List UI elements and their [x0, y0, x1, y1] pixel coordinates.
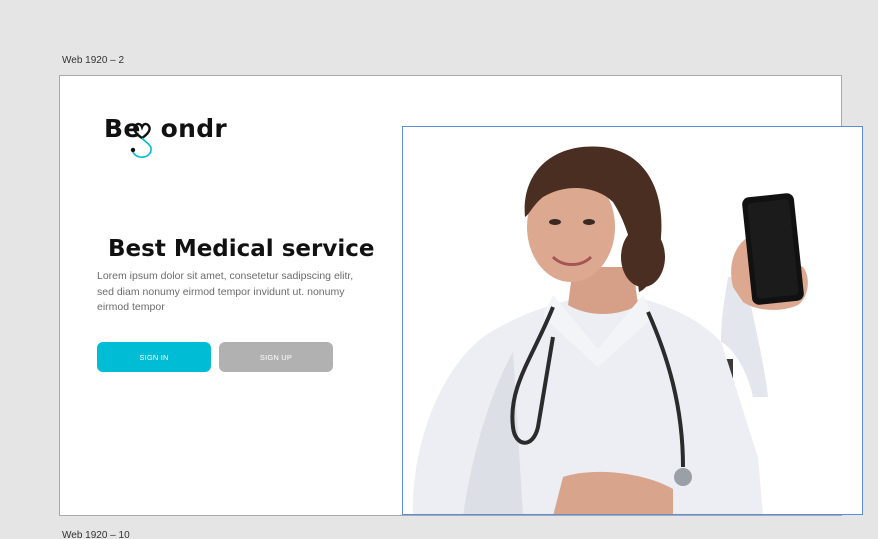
- logo-text-end: ondr: [160, 114, 228, 143]
- hero-title: Best Medical service: [108, 236, 375, 262]
- logo-wordmark: Be ondr: [104, 114, 227, 144]
- stethoscope-heart-icon: [130, 122, 152, 158]
- frame-label-web-1920-2[interactable]: Web 1920 – 2: [62, 55, 124, 66]
- doctor-holding-phone-image: [403, 127, 862, 514]
- brand-logo[interactable]: Be ondr: [104, 114, 234, 162]
- design-canvas: Web 1920 – 2 Be ondr Best Medical service…: [0, 0, 878, 539]
- sign-up-button[interactable]: SIGN UP: [219, 342, 333, 372]
- hero-description: Lorem ipsum dolor sit amet, consetetur s…: [97, 270, 354, 313]
- sign-in-button[interactable]: SIGN IN: [97, 342, 211, 372]
- doctor-photo-selection[interactable]: [402, 126, 863, 515]
- frame-label-web-1920-10[interactable]: Web 1920 – 10: [62, 530, 130, 539]
